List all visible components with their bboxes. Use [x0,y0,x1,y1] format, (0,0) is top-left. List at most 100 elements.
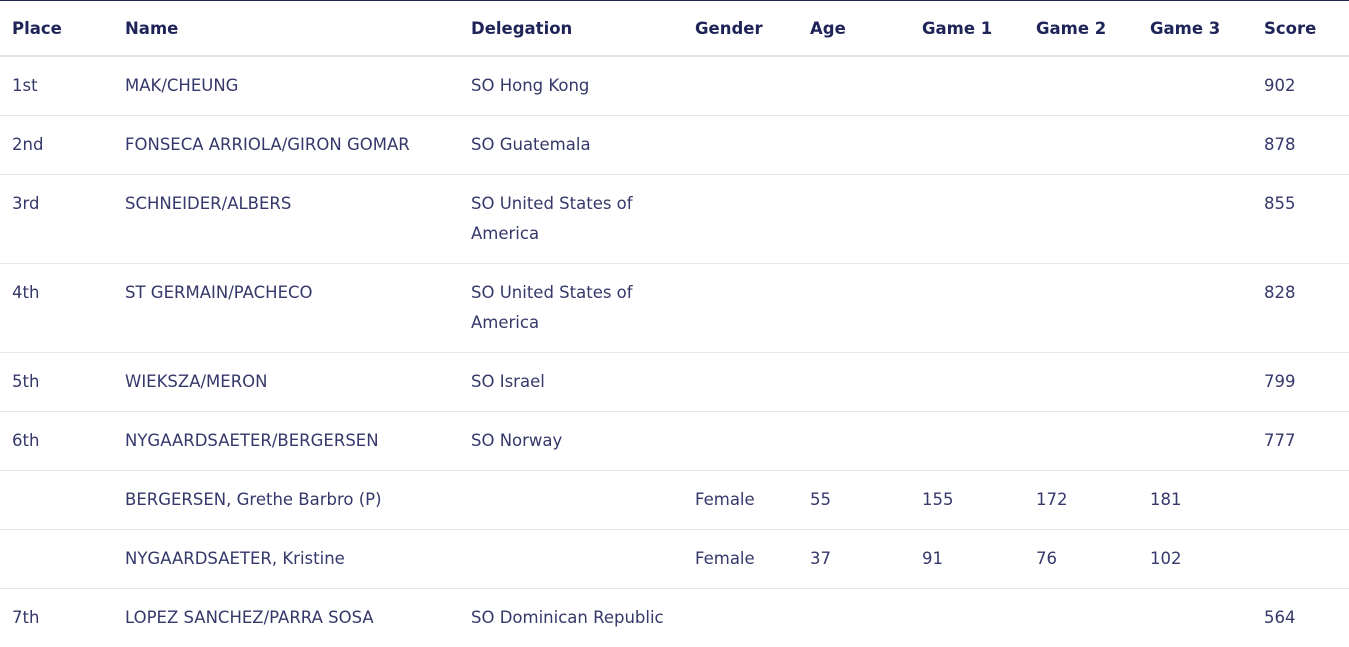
age-cell [798,175,910,264]
place-cell: 3rd [0,175,113,264]
name-cell: MAK/CHEUNG [113,56,459,116]
game-3-cell [1138,56,1252,116]
header-game-1: Game 1 [910,1,1024,56]
place-cell: 6th [0,412,113,471]
name-cell: WIEKSZA/MERON [113,353,459,412]
score-cell: 799 [1252,353,1349,412]
results-table: Place Name Delegation Gender Age Game 1 … [0,1,1349,647]
delegation-cell: SO United States of America [459,264,683,353]
table-header-row: Place Name Delegation Gender Age Game 1 … [0,1,1349,56]
game-3-cell [1138,264,1252,353]
name-cell: FONSECA ARRIOLA/GIRON GOMAR [113,116,459,175]
score-cell: 902 [1252,56,1349,116]
game-1-cell [910,589,1024,647]
place-cell: 7th [0,589,113,647]
table-row: NYGAARDSAETER, Kristine Female379176102 [0,530,1349,589]
results-table-container: Place Name Delegation Gender Age Game 1 … [0,0,1349,647]
name-cell: SCHNEIDER/ALBERS [113,175,459,264]
gender-cell [683,116,798,175]
results-body: 1stMAK/CHEUNGSO Hong Kong9022ndFONSECA A… [0,56,1349,647]
game-3-cell: 181 [1138,471,1252,530]
score-cell [1252,471,1349,530]
game-1-cell: 155 [910,471,1024,530]
gender-cell: Female [683,471,798,530]
game-1-cell [910,264,1024,353]
age-cell: 55 [798,471,910,530]
name-cell: BERGERSEN, Grethe Barbro (P) [113,471,459,530]
header-gender: Gender [683,1,798,56]
age-cell [798,264,910,353]
game-3-cell [1138,116,1252,175]
delegation-cell: SO Hong Kong [459,56,683,116]
table-row: BERGERSEN, Grethe Barbro (P)Female551551… [0,471,1349,530]
game-1-cell: 91 [910,530,1024,589]
game-1-cell [910,56,1024,116]
header-game-2: Game 2 [1024,1,1138,56]
table-row: 7thLOPEZ SANCHEZ/PARRA SOSASO Dominican … [0,589,1349,647]
age-cell: 37 [798,530,910,589]
header-game-3: Game 3 [1138,1,1252,56]
name-cell: NYGAARDSAETER/BERGERSEN [113,412,459,471]
game-2-cell: 76 [1024,530,1138,589]
score-cell: 855 [1252,175,1349,264]
name-cell: NYGAARDSAETER, Kristine [113,530,459,589]
table-row: 4thST GERMAIN/PACHECOSO United States of… [0,264,1349,353]
delegation-cell [459,530,683,589]
score-cell: 777 [1252,412,1349,471]
game-1-cell [910,412,1024,471]
table-row: 5thWIEKSZA/MERONSO Israel 799 [0,353,1349,412]
gender-cell [683,412,798,471]
table-row: 3rdSCHNEIDER/ALBERSSO United States of A… [0,175,1349,264]
delegation-cell: SO Norway [459,412,683,471]
place-cell: 2nd [0,116,113,175]
age-cell [798,353,910,412]
game-2-cell [1024,264,1138,353]
gender-cell: Female [683,530,798,589]
game-3-cell [1138,353,1252,412]
game-1-cell [910,175,1024,264]
game-3-cell [1138,589,1252,647]
score-cell: 878 [1252,116,1349,175]
game-2-cell [1024,353,1138,412]
age-cell [798,589,910,647]
place-cell [0,530,113,589]
age-cell [798,116,910,175]
game-2-cell [1024,56,1138,116]
gender-cell [683,589,798,647]
delegation-cell: SO United States of America [459,175,683,264]
game-1-cell [910,116,1024,175]
header-place: Place [0,1,113,56]
place-cell [0,471,113,530]
table-row: 6thNYGAARDSAETER/BERGERSENSO Norway 777 [0,412,1349,471]
gender-cell [683,353,798,412]
delegation-cell [459,471,683,530]
game-3-cell [1138,412,1252,471]
game-3-cell [1138,175,1252,264]
header-age: Age [798,1,910,56]
game-2-cell [1024,175,1138,264]
gender-cell [683,56,798,116]
game-2-cell [1024,589,1138,647]
place-cell: 5th [0,353,113,412]
game-1-cell [910,353,1024,412]
table-row: 2ndFONSECA ARRIOLA/GIRON GOMARSO Guatema… [0,116,1349,175]
game-2-cell [1024,412,1138,471]
name-cell: ST GERMAIN/PACHECO [113,264,459,353]
delegation-cell: SO Dominican Republic [459,589,683,647]
game-3-cell: 102 [1138,530,1252,589]
game-2-cell [1024,116,1138,175]
score-cell: 828 [1252,264,1349,353]
age-cell [798,412,910,471]
gender-cell [683,264,798,353]
header-score: Score [1252,1,1349,56]
game-2-cell: 172 [1024,471,1138,530]
score-cell [1252,530,1349,589]
header-name: Name [113,1,459,56]
place-cell: 4th [0,264,113,353]
name-cell: LOPEZ SANCHEZ/PARRA SOSA [113,589,459,647]
table-row: 1stMAK/CHEUNGSO Hong Kong902 [0,56,1349,116]
delegation-cell: SO Israel [459,353,683,412]
header-delegation: Delegation [459,1,683,56]
gender-cell [683,175,798,264]
delegation-cell: SO Guatemala [459,116,683,175]
